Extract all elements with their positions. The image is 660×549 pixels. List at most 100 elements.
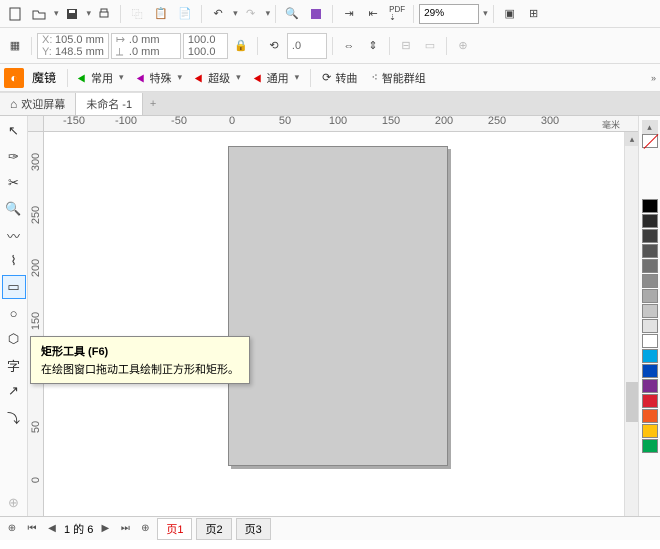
rotation-field[interactable]: .0 xyxy=(287,33,327,59)
undo-button[interactable]: ↶ xyxy=(207,3,229,25)
prev-page-button[interactable]: ◀ xyxy=(44,521,60,537)
connector-tool[interactable]: ⤵ xyxy=(2,405,26,429)
overflow-icon[interactable]: » xyxy=(651,73,656,83)
mirror-v-button[interactable]: ⇕ xyxy=(362,35,384,57)
swatch-color[interactable] xyxy=(642,379,658,393)
grid-button[interactable]: ▦ xyxy=(4,35,26,57)
scale-fields[interactable]: 100.0 100.0 xyxy=(183,33,228,59)
artistic-tool[interactable]: ⌇ xyxy=(2,249,26,273)
zoom-tool[interactable]: 🔍 xyxy=(2,197,26,221)
scroll-thumb[interactable] xyxy=(626,382,638,422)
next-page-button[interactable]: ▶ xyxy=(97,521,113,537)
menu-zhineng[interactable]: ⁖智能群组 xyxy=(365,67,431,89)
paste-button[interactable]: 📋 xyxy=(150,3,172,25)
swatch-gray[interactable] xyxy=(642,214,658,228)
open-button[interactable] xyxy=(28,3,50,25)
page-tab-1[interactable]: 页1 xyxy=(157,518,192,540)
last-page-button[interactable]: ⏭ xyxy=(117,521,133,537)
fullscreen-button[interactable]: ▣ xyxy=(499,3,521,25)
copy-button[interactable]: ⿻ xyxy=(126,3,148,25)
crop-tool[interactable]: ✂ xyxy=(2,171,26,195)
save-button[interactable] xyxy=(61,3,83,25)
toolbox: ↖ ✑ ✂ 🔍 〰 ⌇ ▭ ○ ⬡ 字 ↗ ⤵ ⊕ xyxy=(0,116,28,516)
order-button[interactable]: ▭ xyxy=(419,35,441,57)
lock-ratio-button[interactable]: 🔒 xyxy=(230,35,252,57)
polygon-tool[interactable]: ⬡ xyxy=(2,327,26,351)
refresh-icon: ⟳ xyxy=(322,71,331,84)
swatch-gray[interactable] xyxy=(642,319,658,333)
open-dropdown-icon[interactable]: ▾ xyxy=(54,8,59,19)
property-bar: ▦ X:105.0 mm Y:148.5 mm ↦.0 mm ⟂.0 mm 10… xyxy=(0,28,660,64)
zoom-input[interactable] xyxy=(419,4,479,24)
expand-toolbox[interactable]: ⊕ xyxy=(2,491,26,515)
freehand-tool[interactable]: 〰 xyxy=(2,223,26,247)
swatch-gray[interactable] xyxy=(642,229,658,243)
tooltip: 矩形工具 (F6) 在绘图窗口拖动工具绘制正方形和矩形。 xyxy=(30,336,250,384)
tab-add-button[interactable]: + xyxy=(143,98,163,110)
menu-zhuanqu[interactable]: ⟳转曲 xyxy=(316,67,363,89)
swatch-gray[interactable] xyxy=(642,289,658,303)
swatch-color[interactable] xyxy=(642,409,658,423)
scrollbar-vertical[interactable]: ▴ xyxy=(624,132,638,516)
palette-up-icon[interactable]: ▴ xyxy=(642,120,658,134)
position-fields[interactable]: X:105.0 mm Y:148.5 mm xyxy=(37,33,109,59)
add-page-button[interactable]: ⊕ xyxy=(4,521,20,537)
redo-dropdown-icon[interactable]: ▾ xyxy=(266,8,271,19)
first-page-button[interactable]: ⏮ xyxy=(24,521,40,537)
pdf-button[interactable]: PDF⇣ xyxy=(386,3,408,25)
tab-document[interactable]: 未命名 -1 xyxy=(76,93,143,115)
page-tab-2[interactable]: 页2 xyxy=(196,518,231,540)
scroll-up-icon[interactable]: ▴ xyxy=(625,132,638,146)
rulers-button[interactable]: ⊞ xyxy=(523,3,545,25)
import-button[interactable]: ⇥ xyxy=(338,3,360,25)
swatch-none[interactable] xyxy=(642,134,658,148)
add-button[interactable]: ⊕ xyxy=(452,35,474,57)
shape-tool[interactable]: ✑ xyxy=(2,145,26,169)
export-button[interactable]: ⇤ xyxy=(362,3,384,25)
save-dropdown-icon[interactable]: ▾ xyxy=(87,8,92,19)
arrow-red-icon xyxy=(195,72,205,82)
page-rect[interactable] xyxy=(228,146,448,466)
size-fields[interactable]: ↦.0 mm ⟂.0 mm xyxy=(111,33,181,59)
menu-chaoji[interactable]: 超级▾ xyxy=(190,67,247,89)
swatch-color[interactable] xyxy=(642,349,658,363)
redo-button[interactable]: ↷ xyxy=(240,3,262,25)
text-tool[interactable]: 字 xyxy=(2,353,26,377)
swatch-gray[interactable] xyxy=(642,199,658,213)
mojing-icon: ◐ xyxy=(4,68,24,88)
swatch-gray[interactable] xyxy=(642,304,658,318)
undo-dropdown-icon[interactable]: ▾ xyxy=(233,8,238,19)
swatch-color[interactable] xyxy=(642,364,658,378)
print-button[interactable] xyxy=(93,3,115,25)
swatch-color[interactable] xyxy=(642,394,658,408)
zoom-dropdown-icon[interactable]: ▾ xyxy=(483,8,488,19)
rectangle-tool[interactable]: ▭ xyxy=(2,275,26,299)
swatch-color[interactable] xyxy=(642,439,658,453)
menu-changyong[interactable]: 常用▾ xyxy=(73,67,130,89)
search-button[interactable]: 🔍 xyxy=(281,3,303,25)
page-tab-3[interactable]: 页3 xyxy=(236,518,271,540)
ellipse-tool[interactable]: ○ xyxy=(2,301,26,325)
new-doc-button[interactable] xyxy=(4,3,26,25)
workspace: ↖ ✑ ✂ 🔍 〰 ⌇ ▭ ○ ⬡ 字 ↗ ⤵ ⊕ -150 -100 -50 … xyxy=(0,116,660,516)
ruler-horizontal[interactable]: -150 -100 -50 0 50 100 150 200 250 300 xyxy=(44,116,638,132)
clipboard-button[interactable]: 📄 xyxy=(174,3,196,25)
swatch-gray[interactable] xyxy=(642,244,658,258)
canvas[interactable]: -150 -100 -50 0 50 100 150 200 250 300 毫… xyxy=(28,116,638,516)
menu-tongyong[interactable]: 通用▾ xyxy=(249,67,306,89)
align-button[interactable]: ⊟ xyxy=(395,35,417,57)
menu-teshu[interactable]: 特殊▾ xyxy=(132,67,189,89)
ruler-vertical[interactable]: 300 250 200 150 100 50 0 xyxy=(28,132,44,516)
home-icon: ⌂ xyxy=(10,97,17,111)
swatch-gray[interactable] xyxy=(642,274,658,288)
link-button[interactable] xyxy=(305,3,327,25)
dimension-tool[interactable]: ↗ xyxy=(2,379,26,403)
tab-welcome[interactable]: ⌂欢迎屏幕 xyxy=(0,93,76,115)
mirror-h-button[interactable]: ⇔ xyxy=(338,35,360,57)
add-page-after-button[interactable]: ⊕ xyxy=(137,521,153,537)
ruler-corner[interactable] xyxy=(28,116,44,132)
pick-tool[interactable]: ↖ xyxy=(2,119,26,143)
swatch-color[interactable] xyxy=(642,424,658,438)
swatch-gray[interactable] xyxy=(642,334,658,348)
swatch-gray[interactable] xyxy=(642,259,658,273)
